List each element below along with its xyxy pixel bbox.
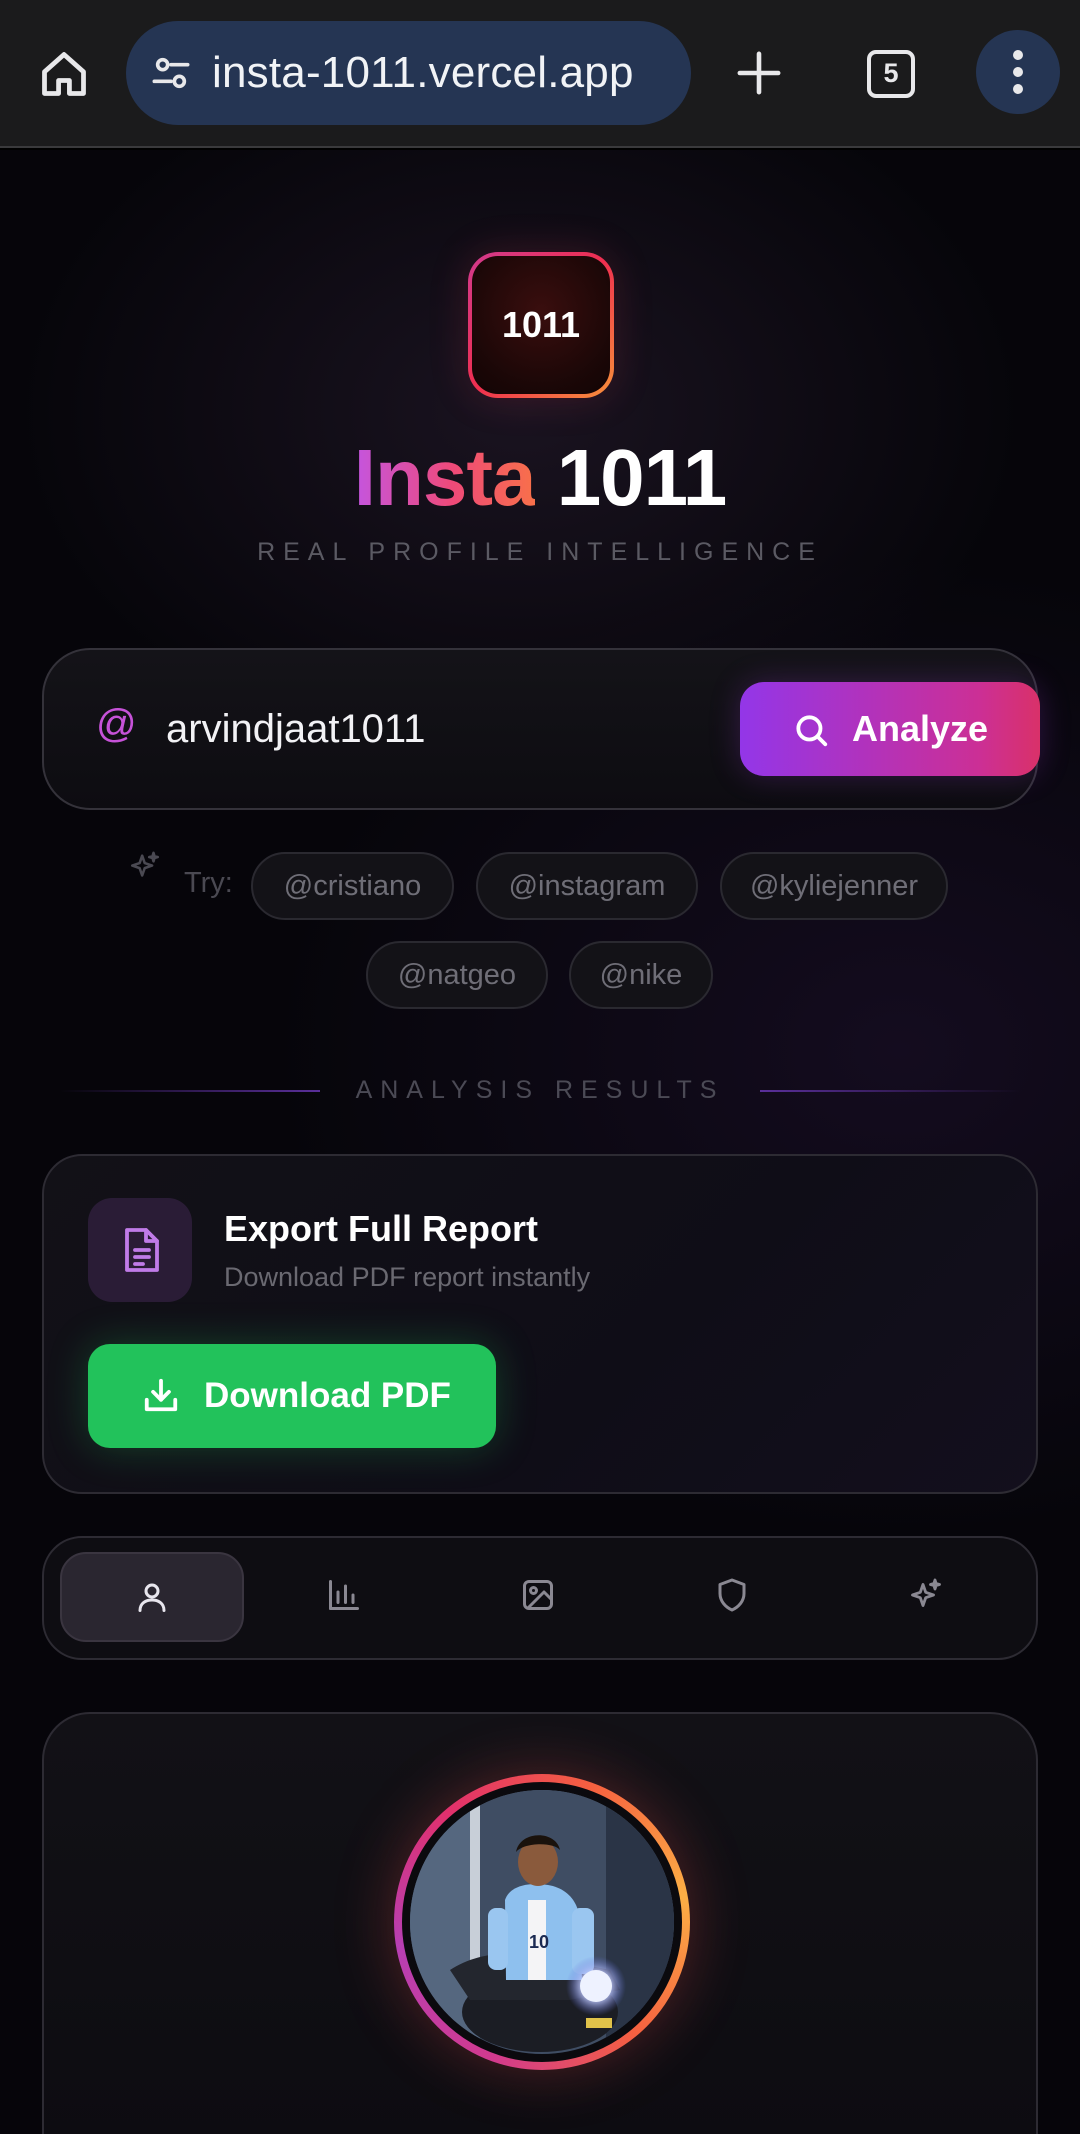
- menu-dot: [1013, 50, 1023, 60]
- download-pdf-label: Download PDF: [204, 1376, 451, 1415]
- document-icon: [125, 1228, 159, 1272]
- document-icon-tile: [88, 1198, 192, 1302]
- username-input[interactable]: [166, 688, 726, 770]
- home-icon[interactable]: [38, 48, 90, 100]
- profile-avatar[interactable]: 10: [402, 1782, 682, 2062]
- menu-dot: [1013, 67, 1023, 77]
- suggestion-chip[interactable]: @natgeo: [366, 941, 548, 1009]
- page-content: 1011 Insta 1011 REAL PROFILE INTELLIGENC…: [0, 150, 1080, 2134]
- analyze-button[interactable]: Analyze: [740, 682, 1040, 776]
- image-icon: [523, 1580, 553, 1610]
- browser-toolbar: insta-1011.vercel.app 5: [0, 0, 1080, 148]
- overflow-menu-button[interactable]: [976, 30, 1060, 114]
- suggestion-chip[interactable]: @kyliejenner: [720, 852, 948, 920]
- tab-media[interactable]: [448, 1552, 632, 1642]
- try-label: Try:: [184, 867, 233, 899]
- suggestion-chip[interactable]: @nike: [569, 941, 713, 1009]
- app-title-part1: Insta: [353, 433, 537, 522]
- logo-text: 1011: [472, 256, 610, 394]
- tab-insights[interactable]: [836, 1552, 1020, 1642]
- bar-chart-icon: [329, 1580, 359, 1610]
- tab-stats[interactable]: [254, 1552, 438, 1642]
- site-settings-icon[interactable]: [150, 53, 192, 93]
- app-logo: 1011: [468, 252, 614, 398]
- divider-right: [760, 1090, 1020, 1092]
- avatar-photo: 10: [410, 1790, 674, 2054]
- url-text[interactable]: insta-1011.vercel.app: [212, 45, 634, 101]
- analyze-button-label: Analyze: [852, 708, 989, 749]
- sparkles-icon: [911, 1578, 941, 1607]
- sparkles-icon: [130, 851, 160, 877]
- menu-dot: [1013, 84, 1023, 94]
- profile-card: 10: [42, 1712, 1038, 2134]
- export-title: Export Full Report: [224, 1208, 538, 1249]
- search-icon: [796, 715, 828, 747]
- shield-icon: [718, 1578, 746, 1612]
- svg-text:10: 10: [529, 1932, 549, 1952]
- export-card: Export Full Report Download PDF report i…: [42, 1154, 1038, 1494]
- tab-security[interactable]: [642, 1552, 826, 1642]
- search-bar: @ Analyze: [42, 648, 1040, 810]
- avatar-ring: 10: [394, 1774, 690, 2070]
- tab-switcher-button[interactable]: 5: [867, 50, 915, 98]
- tagline: REAL PROFILE INTELLIGENCE: [257, 538, 823, 566]
- app-title: Insta 1011: [0, 430, 1080, 526]
- address-bar[interactable]: insta-1011.vercel.app: [126, 21, 691, 125]
- download-icon: [144, 1378, 178, 1412]
- suggestion-chip[interactable]: @cristiano: [251, 852, 454, 920]
- results-tab-bar: [42, 1536, 1038, 1660]
- new-tab-icon[interactable]: [736, 50, 782, 96]
- user-icon: [138, 1583, 166, 1612]
- export-subtitle: Download PDF report instantly: [224, 1262, 591, 1292]
- at-symbol: @: [96, 702, 137, 746]
- download-pdf-button[interactable]: Download PDF: [88, 1344, 496, 1448]
- suggestion-chip[interactable]: @instagram: [476, 852, 698, 920]
- app-title-part2: 1011: [556, 433, 728, 522]
- tab-profile[interactable]: [60, 1552, 244, 1642]
